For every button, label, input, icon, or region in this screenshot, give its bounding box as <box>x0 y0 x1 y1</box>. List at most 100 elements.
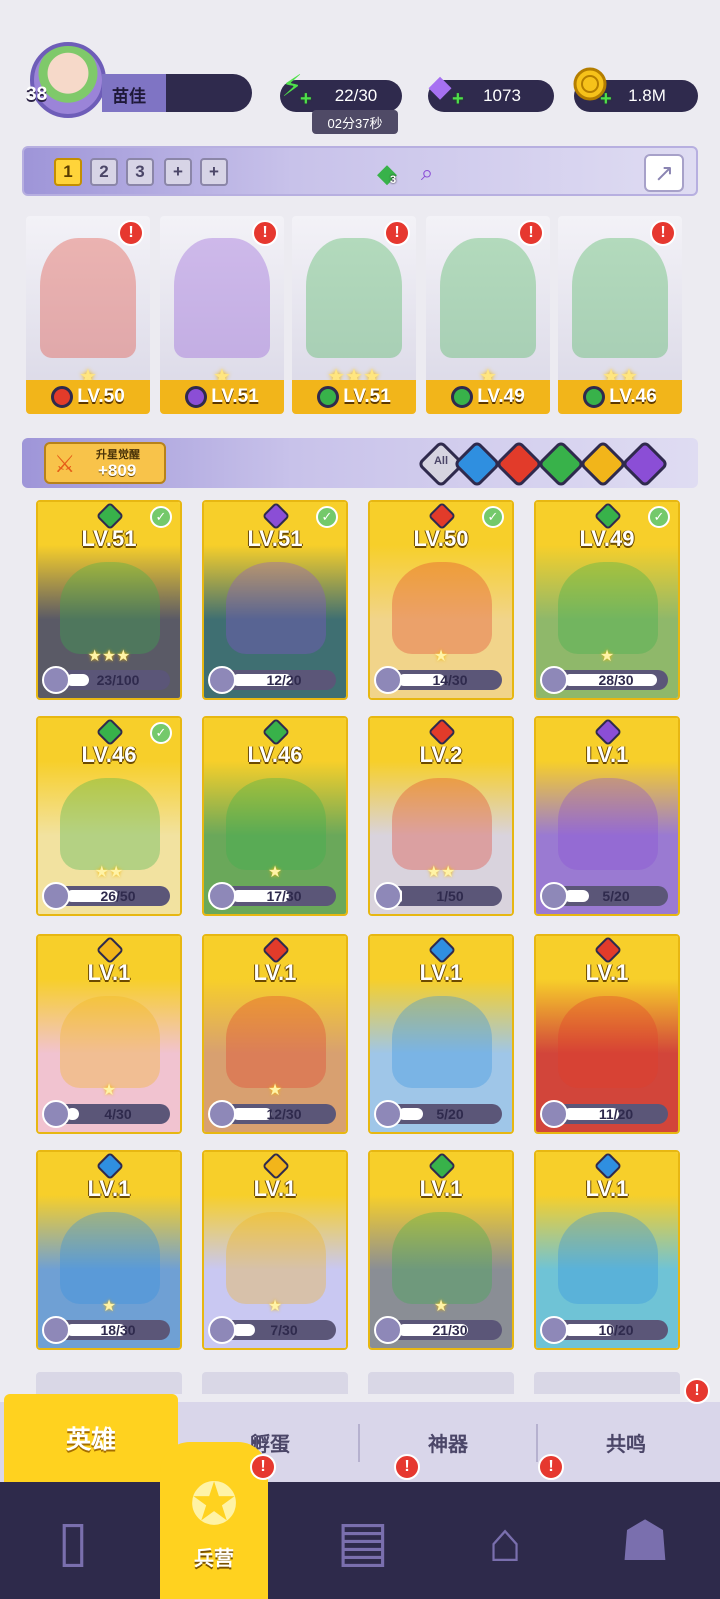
shard-progress-bar: 28/30 <box>540 666 668 694</box>
filter-all-label: All <box>433 455 449 467</box>
team-tab-2[interactable]: 2 <box>90 158 118 186</box>
fire-element-icon <box>51 386 74 408</box>
filter-dark-chip[interactable] <box>620 439 670 489</box>
nav-map[interactable]: ▤ <box>318 1496 408 1586</box>
gem-plus-icon[interactable]: + <box>452 88 464 111</box>
hero-level: LV.49 <box>477 386 525 407</box>
hero-stars: ★★ <box>94 864 124 881</box>
shard-progress-text: 5/20 <box>602 888 630 904</box>
hero-figure <box>392 996 492 1088</box>
hero-stars: ★★ <box>426 864 456 881</box>
hero-card[interactable]: ✓ LV.49 ★ 28/30 <box>534 500 680 700</box>
tab-artifact[interactable]: 神器 <box>360 1402 536 1482</box>
shard-progress-text: 10/20 <box>598 1322 634 1338</box>
nav-cards[interactable]: ▯ <box>28 1496 118 1586</box>
check-icon: ✓ <box>150 722 172 744</box>
hero-stars: ★ <box>267 1082 283 1099</box>
filter-fire-chip[interactable] <box>494 439 544 489</box>
filter-light-chip[interactable] <box>578 439 628 489</box>
hero-level: LV.51 <box>343 386 391 407</box>
team-tab-1[interactable]: 1 <box>54 158 82 186</box>
shard-icon <box>208 1100 236 1128</box>
team-add-button-1[interactable]: + <box>164 158 192 186</box>
hero-card[interactable]: LV.1 ★ 4/30 <box>36 934 182 1134</box>
nav-castle[interactable]: ⌂ <box>460 1496 550 1586</box>
hero-level: LV.1 <box>585 742 629 767</box>
shard-icon <box>42 666 70 694</box>
shard-icon <box>374 882 402 910</box>
barracks-icon: ✪ <box>189 1472 239 1537</box>
check-icon: ✓ <box>316 506 338 528</box>
shard-progress-text: 23/100 <box>96 672 140 688</box>
tab-heroes[interactable]: 英雄 <box>4 1394 178 1482</box>
lineup-hero-card[interactable]: ★ LV.51! <box>160 216 284 414</box>
share-button[interactable]: ↗ <box>644 154 684 192</box>
filter-nature-chip[interactable] <box>536 439 586 489</box>
shard-progress-text: 5/20 <box>436 1106 464 1122</box>
hero-card[interactable]: LV.1 5/20 <box>368 934 514 1134</box>
hero-card[interactable]: ✓ LV.50 ★ 14/30 <box>368 500 514 700</box>
hero-card[interactable]: LV.1 ★ 7/30 <box>202 1150 348 1350</box>
hero-card[interactable]: ✓ LV.51 ★★★ 23/100 <box>36 500 182 700</box>
cards-icon: ▯ <box>57 1509 89 1572</box>
hero-card[interactable]: LV.1 11/20 <box>534 934 680 1134</box>
hero-card[interactable]: ✓ LV.46 ★★ 26/50 <box>36 716 182 916</box>
hero-figure <box>226 996 326 1088</box>
tab-resonance[interactable]: 共鸣 <box>538 1402 714 1482</box>
lineup-hero-card[interactable]: ★★ LV.46! <box>558 216 682 414</box>
awaken-label: 升星觉醒 <box>96 449 140 461</box>
awaken-button[interactable]: ⚔ 升星觉醒 +809 <box>44 442 166 484</box>
hero-card[interactable]: LV.1 ★ 18/30 <box>36 1150 182 1350</box>
filter-water-chip[interactable] <box>452 439 502 489</box>
hero-grid-partial-row <box>36 1372 686 1394</box>
lineup-hero-card[interactable]: ★★★ LV.51! <box>292 216 416 414</box>
barracks-alert-badge: ! <box>250 1454 276 1480</box>
hero-card[interactable]: ✓ LV.51 12/20 <box>202 500 348 700</box>
shard-progress-text: 11/20 <box>598 1106 634 1122</box>
nav-mushroom[interactable]: ☗ <box>600 1496 690 1586</box>
hero-card[interactable]: LV.1 5/20 <box>534 716 680 916</box>
hero-level-bar: LV.51 <box>292 380 416 414</box>
shard-icon <box>208 882 236 910</box>
hero-figure <box>558 562 658 654</box>
hero-level-bar: LV.49 <box>426 380 550 414</box>
hero-level: LV.51 <box>211 386 259 407</box>
shard-progress-bar: 14/30 <box>374 666 502 694</box>
hero-portrait <box>174 238 270 358</box>
shard-progress-text: 17/30 <box>266 888 302 904</box>
hero-card[interactable]: LV.1 10/20 <box>534 1150 680 1350</box>
hero-stars: ★ <box>599 648 615 665</box>
shard-progress-text: 28/30 <box>598 672 634 688</box>
hero-card[interactable]: LV.1 ★ 21/30 <box>368 1150 514 1350</box>
hero-alert-badge: ! <box>518 220 544 246</box>
hero-level: LV.2 <box>419 742 463 767</box>
shard-icon <box>208 1316 236 1344</box>
hero-card[interactable]: LV.2 ★★ 1/50 <box>368 716 514 916</box>
hero-level: LV.46 <box>81 742 137 767</box>
shard-icon <box>374 666 402 694</box>
hero-card[interactable]: LV.46 ★ 17/30 <box>202 716 348 916</box>
gold-plus-icon[interactable]: + <box>600 88 612 111</box>
shard-progress-bar: 4/30 <box>42 1100 170 1128</box>
hero-level: LV.1 <box>419 1176 463 1201</box>
hero-card[interactable]: LV.1 ★ 12/30 <box>202 934 348 1134</box>
hero-stars: ★ <box>101 1298 117 1315</box>
shard-progress-bar: 12/20 <box>208 666 336 694</box>
shard-progress-text: 7/30 <box>270 1322 298 1338</box>
team-add-button-2[interactable]: + <box>200 158 228 186</box>
nature-gem-icon[interactable]: ◆ <box>370 156 404 190</box>
energy-plus-icon[interactable]: + <box>300 88 312 111</box>
sub-tab-bar: 英雄 孵蛋 神器 共鸣 ! <box>0 1378 720 1482</box>
nav-barracks-label: 兵营 <box>194 1548 234 1570</box>
shard-icon <box>540 666 568 694</box>
lineup-hero-card[interactable]: ★ LV.50! <box>26 216 150 414</box>
player-name-plate[interactable]: 苗佳 <box>102 74 252 112</box>
magnify-icon[interactable]: ⌕ <box>410 156 444 190</box>
team-tab-3[interactable]: 3 <box>126 158 154 186</box>
hero-level: LV.46 <box>609 386 657 407</box>
lineup-hero-card[interactable]: ★ LV.49! <box>426 216 550 414</box>
hero-level: LV.1 <box>419 960 463 985</box>
hero-level: LV.46 <box>247 742 303 767</box>
hero-filter-bar: ⚔ 升星觉醒 +809 All <box>22 438 698 489</box>
hero-figure <box>392 778 492 870</box>
